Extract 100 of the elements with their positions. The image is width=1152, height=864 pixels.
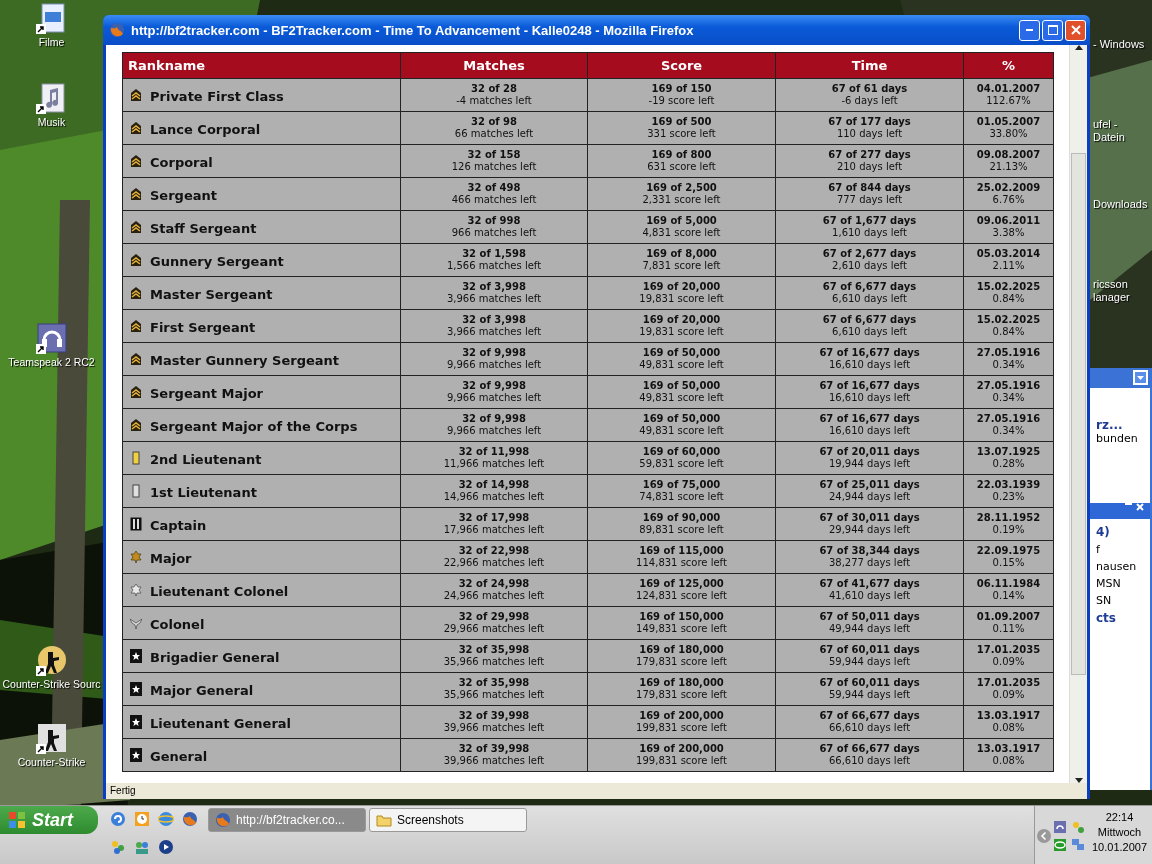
chevron-icon [130,385,142,399]
table-cell-text: 49,831 score left [638,392,725,404]
star-icon [130,715,142,729]
table-cell-text: 1,566 matches left [445,260,543,272]
table-cell-text: 27.05.1916 [975,347,1042,359]
table-cell-text: 32 of 9,998 [461,413,527,425]
desktop-icon-label[interactable]: Filme [38,36,65,48]
table-cell-text: 32 of 9,998 [461,380,527,392]
table-cell-text: 38,277 days left [827,557,912,569]
contact-text: bunden [1096,432,1139,445]
table-cell-text: 16,610 days left [827,392,912,404]
table-cell-text: 19,944 days left [827,458,912,470]
table-cell-text: 67 of 30,011 days [818,512,921,524]
table-cell-text: 114,831 score left [635,557,728,569]
soldier-icon[interactable] [35,722,68,754]
column-header: Rankname [122,52,401,79]
close-button[interactable] [1065,19,1086,41]
rank-name: First Sergeant [150,319,256,336]
desktop-icon-label[interactable]: Datein [1093,131,1125,144]
chevron-icon [130,121,142,135]
table-cell-text: 169 of 150 [650,83,713,95]
table-cell-text: 32 of 998 [466,215,522,227]
table-cell-text: 17.01.2035 [975,644,1042,656]
taskbar-button[interactable]: http://bf2tracker.co... [208,808,366,832]
music-note-icon[interactable] [35,82,68,114]
table-cell-text: 35,966 matches left [442,689,546,701]
table-cell-text: 67 of 1,677 days [821,215,918,227]
table-cell-text: 32 of 24,998 [457,578,531,590]
table-cell-text: 67 of 25,011 days [818,479,921,491]
rank-name: Gunnery Sergeant [150,253,284,270]
headset-icon[interactable] [35,322,68,354]
desktop-icon-label[interactable]: lanager [1093,291,1130,304]
browser-logo-icon[interactable] [182,811,198,827]
refresh-icon[interactable] [110,811,126,827]
desktop-icon-label[interactable]: Musik [37,116,66,128]
table-cell-text: 169 of 200,000 [638,743,725,755]
table-cell-text: 169 of 500 [650,116,713,128]
table-cell-text: 169 of 2,500 [645,182,718,194]
table-cell-text: 0.34% [991,425,1026,437]
table-cell-text: 2,610 days left [831,260,908,272]
maximize-button[interactable] [1042,19,1063,41]
minimize-button[interactable] [1019,19,1040,41]
film-icon[interactable] [35,2,68,34]
table-cell-text: 6.76% [991,194,1026,206]
table-cell-text: 0.28% [991,458,1026,470]
table-cell-text: 32 of 98 [470,116,518,128]
table-cell-text: 0.09% [991,656,1026,668]
close-icon[interactable] [1136,503,1144,511]
contact-text: MSN [1096,577,1122,590]
chevron-icon [130,253,142,267]
rank-name: 1st Lieutenant [150,484,257,501]
clock-time: 22:14 [1105,811,1134,823]
clock-icon[interactable] [134,811,150,827]
desktop-icon-label[interactable]: Counter-Strike Sourc [2,678,101,690]
table-cell-text: 67 of 177 days [827,116,912,128]
table-cell-text: 67 of 66,677 days [818,743,921,755]
desktop-icon-label[interactable]: Counter-Strike [17,756,86,768]
star-icon [130,682,142,696]
table-cell-text: 32 of 39,998 [457,743,531,755]
table-cell-text: 0.08% [991,722,1026,734]
desktop-icon-label[interactable]: Downloads [1093,198,1148,211]
rank-name: Sergeant [150,187,217,204]
table-cell-text: 32 of 22,998 [457,545,531,557]
dropdown-icon[interactable] [1133,370,1148,385]
headset-icon[interactable] [1053,819,1067,834]
star-icon [130,748,142,762]
table-cell-text: 09.06.2011 [975,215,1042,227]
table-cell-text: 06.11.1984 [975,578,1042,590]
browser-logo-icon [215,812,231,828]
table-cell-text: 169 of 800 [650,149,713,161]
table-cell-text: 169 of 180,000 [638,644,725,656]
desktop-icon-label[interactable]: - Windows [1093,38,1145,51]
table-cell-text: 67 of 66,677 days [818,710,921,722]
table-cell-text: 66,610 days left [827,755,912,767]
desktop-icon-label[interactable]: ufel - [1093,118,1125,131]
desktop-icon-label[interactable]: ricsson [1093,278,1130,291]
table-cell-text: 24,944 days left [827,491,912,503]
clock-day: Mittwoch [1097,826,1142,838]
table-cell-text: 32 of 3,998 [461,314,527,326]
table-cell-text: 67 of 41,677 days [818,578,921,590]
contact-heading: rz... [1096,418,1124,432]
scrollbar[interactable] [1069,45,1087,783]
table-cell-text: 169 of 8,000 [645,248,718,260]
soldier-icon[interactable] [35,644,68,676]
table-cell-text: 169 of 125,000 [638,578,725,590]
desktop-icon-label[interactable]: Teamspeak 2 RC2 [8,356,95,368]
table-cell-text: 149,831 score left [635,623,728,635]
chevron-left-icon[interactable] [1037,828,1051,843]
start-button[interactable]: Start [0,806,98,834]
rank-name: Lance Corporal [150,121,261,138]
table-cell-text: 2,331 score left [641,194,722,206]
table-cell-text: 169 of 50,000 [641,413,722,425]
table-cell-text: 169 of 5,000 [645,215,718,227]
taskbar-button[interactable]: Screenshots [369,808,527,832]
windows-flag-icon [8,811,26,829]
play-icon[interactable] [158,839,174,855]
table-cell-text: 9,966 matches left [445,425,543,437]
network-icon[interactable] [1071,837,1085,852]
contact-text: nausen [1096,560,1138,573]
table-cell-text: -6 days left [840,95,899,107]
